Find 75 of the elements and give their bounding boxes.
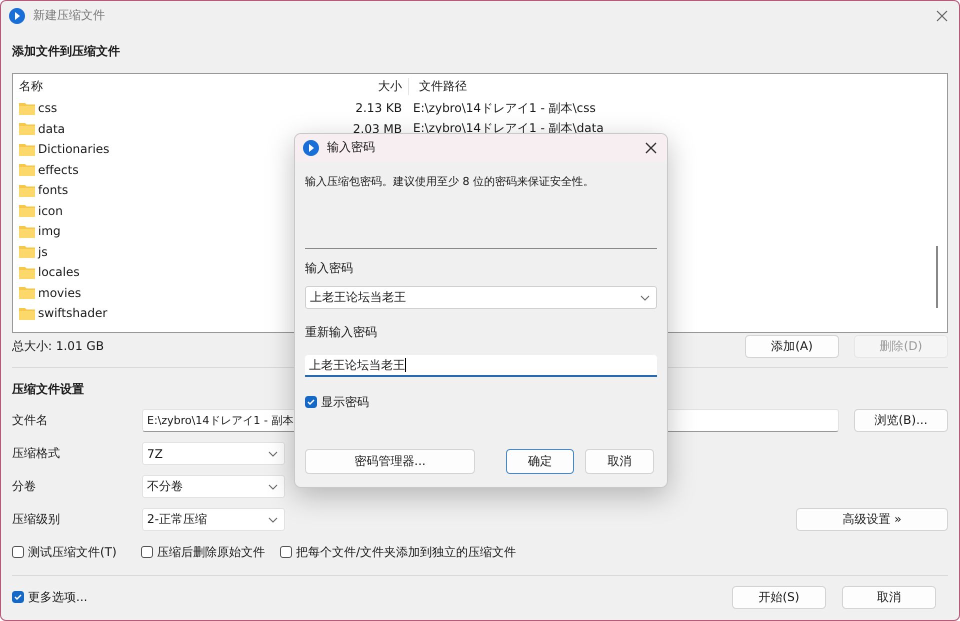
file-size: 2.03 MB — [352, 122, 403, 136]
scrollbar-thumb[interactable] — [936, 246, 938, 308]
folder-icon — [19, 142, 35, 156]
file-name[interactable]: icon — [38, 204, 63, 218]
chevron-down-icon — [640, 294, 650, 300]
file-name[interactable]: fonts — [38, 183, 68, 198]
password-field[interactable]: 上老王论坛当老王 — [305, 355, 657, 377]
dialog-title: 输入密码 — [327, 139, 375, 156]
advanced-button[interactable]: 高级设置 » — [796, 508, 948, 531]
checkbox[interactable] — [305, 396, 317, 408]
password-combobox[interactable]: 上老王论坛当老王 — [305, 286, 657, 309]
dialog-button[interactable]: 确定 — [506, 449, 574, 474]
checkbox-label[interactable]: 测试压缩文件(T) — [28, 544, 117, 560]
column-header[interactable]: 大小 — [307, 78, 409, 94]
field-label: 输入密码 — [305, 261, 354, 275]
file-name[interactable]: css — [38, 101, 58, 116]
folder-icon — [19, 266, 35, 279]
checkbox[interactable] — [12, 546, 24, 558]
folder-icon — [19, 163, 35, 176]
file-size: 2.13 KB — [354, 101, 403, 116]
window-title: 新建压缩文件 — [33, 7, 105, 24]
close-icon[interactable] — [936, 10, 948, 22]
file-name[interactable]: movies — [38, 286, 82, 300]
column-header[interactable]: 名称 — [13, 78, 307, 94]
field-label: 压缩级别 — [12, 511, 61, 528]
field-label: 文件名 — [12, 412, 49, 429]
folder-icon — [19, 245, 35, 258]
chevron-down-icon — [268, 516, 278, 522]
file-name[interactable]: locales — [38, 265, 80, 280]
checkbox-label[interactable]: 把每个文件/文件夹添加到独立的压缩文件 — [296, 544, 516, 560]
checkbox-label[interactable]: 压缩后删除原始文件 — [157, 544, 265, 560]
file-path: E:\zybro\14ドレアイ1 - 副本\data — [412, 120, 604, 138]
file-name[interactable]: img — [38, 224, 61, 238]
field-label: 分卷 — [12, 478, 37, 495]
checkbox[interactable] — [141, 546, 153, 558]
check-icon — [13, 592, 23, 602]
app-icon — [303, 140, 319, 156]
field-label: 压缩格式 — [12, 445, 61, 462]
file-name[interactable]: js — [38, 244, 48, 259]
total-size: 总大小: 1.01 GB — [12, 338, 104, 354]
file-path: E:\zybro\14ドレアイ1 - 副本\css — [412, 100, 596, 117]
folder-icon — [19, 204, 35, 218]
close-icon[interactable] — [645, 142, 657, 154]
checkbox-label[interactable]: 更多选项... — [28, 588, 88, 606]
dialog-description: 输入压缩包密码。建议使用至少 8 位的密码来保证安全性。 — [305, 175, 595, 189]
dialog-button[interactable]: 开始(S) — [732, 586, 826, 608]
dropdown[interactable]: 2-正常压缩 — [142, 508, 285, 531]
check-icon — [306, 397, 316, 407]
dropdown[interactable]: 不分卷 — [142, 475, 285, 498]
app-icon — [9, 8, 25, 24]
checkbox-label[interactable]: 显示密码 — [321, 394, 369, 410]
dropdown[interactable]: 7Z — [142, 442, 285, 465]
folder-icon — [19, 224, 35, 238]
dialog-button[interactable]: 取消 — [842, 586, 936, 608]
section-title: 添加文件到压缩文件 — [12, 43, 121, 60]
file-name[interactable]: data — [38, 122, 66, 136]
file-name[interactable]: swiftshader — [38, 306, 108, 320]
dialog-button[interactable]: 取消 — [585, 449, 654, 474]
checkbox[interactable] — [12, 591, 24, 603]
folder-icon — [19, 286, 35, 300]
checkbox[interactable] — [280, 546, 292, 558]
folder-icon — [19, 122, 35, 136]
folder-icon — [19, 184, 35, 197]
folder-icon — [19, 306, 35, 320]
file-name[interactable]: Dictionaries — [38, 142, 110, 156]
file-name[interactable]: effects — [38, 162, 79, 177]
folder-icon — [19, 102, 35, 115]
field-label: 重新输入密码 — [305, 325, 378, 339]
dialog-button[interactable]: 密码管理器... — [305, 449, 475, 474]
column-header[interactable]: 文件路径 — [409, 78, 467, 94]
chevron-down-icon — [268, 450, 278, 456]
chevron-down-icon — [268, 484, 278, 490]
section-title: 压缩文件设置 — [12, 381, 85, 398]
list-button[interactable]: 添加(A) — [745, 334, 839, 358]
browse-button[interactable]: 浏览(B)... — [854, 409, 948, 432]
